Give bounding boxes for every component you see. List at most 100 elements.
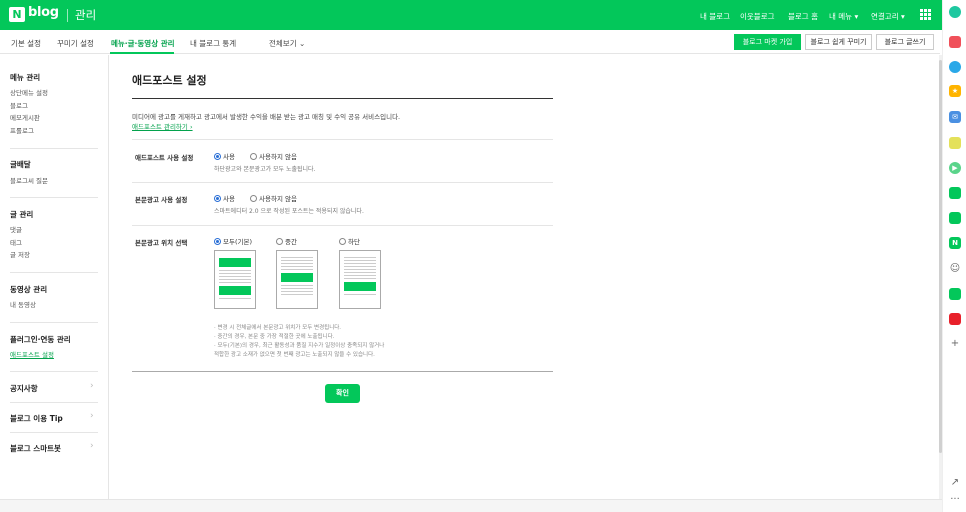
tab-design-settings[interactable]: 꾸미기 설정 (57, 38, 94, 49)
connection-dropdown[interactable]: 연결고리 ▾ (871, 11, 905, 22)
position-note: · 모두(기본)의 경우, 최근 활동성과 품질 지수가 일정이상 충족되지 않… (214, 343, 385, 349)
my-menu-dropdown[interactable]: 내 메뉴 ▾ (829, 11, 858, 22)
news-icon[interactable] (949, 313, 961, 325)
body-ad-usage-helper: 스마트에디터 2.0 으로 작성된 포스트는 적용되지 않습니다. (214, 208, 364, 215)
sidebar-divider (10, 371, 98, 372)
adpost-usage-label: 애드포스트 사용 설정 (135, 154, 194, 162)
body-ad-not-use-radio[interactable]: 사용하지 않음 (250, 193, 297, 203)
adpost-not-use-label: 사용하지 않음 (259, 153, 297, 161)
page-title: 애드포스트 설정 (132, 74, 207, 87)
body-ad-not-use-label: 사용하지 않음 (259, 195, 297, 203)
confirm-button[interactable]: 확인 (325, 384, 360, 403)
tab-basic-settings[interactable]: 기본 설정 (11, 38, 41, 49)
radio-empty-icon (276, 237, 283, 245)
external-link-icon[interactable]: ↗ (949, 477, 961, 489)
neighbor-blog-link[interactable]: 이웃블로그 (740, 11, 775, 22)
row-divider (132, 182, 553, 183)
blog-market-join-button[interactable]: 블로그 마켓 가입 (734, 34, 801, 50)
position-bottom-radio[interactable]: 하단 (339, 236, 360, 246)
adpost-not-use-radio[interactable]: 사용하지 않음 (250, 151, 297, 161)
tab-view-all-label: 전체보기 (269, 39, 297, 48)
chevron-down-icon: ⌄ (299, 39, 306, 48)
cafe-icon[interactable] (949, 212, 961, 224)
webtoon-icon[interactable] (949, 288, 961, 300)
mail-icon[interactable]: ✉ (949, 111, 961, 123)
naver-logo-icon[interactable]: N (9, 7, 25, 22)
sidebar-section-plugins: 플러그인·연동 관리 (10, 335, 71, 344)
sidebar-item-prologue[interactable]: 프롤로그 (10, 125, 34, 135)
position-middle-label: 중간 (285, 238, 297, 246)
adpost-use-label: 사용 (223, 153, 235, 161)
bottom-divider (132, 371, 553, 372)
pocket-icon[interactable] (949, 36, 961, 48)
position-middle-preview[interactable] (276, 250, 318, 309)
add-icon[interactable]: + (949, 338, 961, 350)
blog-logo-text[interactable]: blog (28, 5, 59, 20)
position-bottom-preview[interactable] (339, 250, 381, 309)
position-note: · 중간의 경우, 본문 중 가장 적절한 곳에 노출됩니다. (214, 334, 335, 340)
title-divider (132, 98, 553, 99)
clova-icon[interactable]: ☺ (949, 263, 961, 275)
sidebar-section-menu: 메뉴 관리 (10, 73, 41, 82)
sidebar-link-smartbot[interactable]: 블로그 스마트봇 (10, 443, 61, 454)
sidebar-section-delivery: 글배달 (10, 160, 31, 169)
radio-empty-icon (250, 194, 257, 202)
body-ad-use-radio[interactable]: 사용 (214, 193, 235, 203)
edge-icon[interactable] (949, 61, 961, 73)
sidebar-item-comments[interactable]: 댓글 (10, 224, 22, 234)
logo-divider (67, 9, 68, 22)
sidebar-item-saved-posts[interactable]: 글 저장 (10, 249, 30, 259)
sidebar-divider (10, 432, 98, 433)
sidebar-section-video: 동영상 관리 (10, 285, 48, 294)
sidebar-link-notice[interactable]: 공지사항 (10, 383, 38, 394)
adpost-manage-link[interactable]: 애드포스트 관리하기 › (132, 121, 193, 131)
active-tab-indicator (110, 52, 174, 54)
sidebar-item-my-videos[interactable]: 내 동영상 (10, 299, 36, 309)
chevron-right-icon: › (90, 381, 94, 391)
talk-icon[interactable] (949, 187, 961, 199)
naver-n-icon[interactable]: N (949, 237, 961, 249)
position-all-preview[interactable] (214, 250, 256, 309)
position-note: · 변경 시 전체글에서 본문광고 위치가 모두 변경됩니다. (214, 325, 342, 331)
position-all-label: 모두(기본) (223, 238, 252, 246)
row-divider (132, 225, 553, 226)
write-post-button[interactable]: 블로그 글쓰기 (876, 34, 934, 50)
sidebar-divider (10, 322, 98, 323)
adpost-use-radio[interactable]: 사용 (214, 151, 235, 161)
tab-blog-stats[interactable]: 내 블로그 통계 (190, 38, 236, 49)
chevron-right-icon: › (90, 441, 94, 451)
main-content: 애드포스트 설정 미디어에 광고를 게재하고 광고에서 발생한 수익을 배분 받… (110, 55, 939, 499)
radio-selected-icon (214, 152, 221, 160)
sidebar-item-memo[interactable]: 메모게시판 (10, 112, 40, 122)
sidebar-divider (10, 148, 98, 149)
row-divider (132, 139, 553, 140)
sidebar-item-blog[interactable]: 블로그 (10, 100, 28, 110)
memo-icon[interactable] (949, 137, 961, 149)
sidebar-divider (10, 197, 98, 198)
radio-selected-icon (214, 194, 221, 202)
star-icon[interactable]: ★ (949, 85, 961, 97)
sidebar-divider (10, 402, 98, 403)
body-ad-usage-label: 본문광고 사용 설정 (135, 196, 188, 204)
easy-design-button[interactable]: 블로그 쉽게 꾸미기 (805, 34, 872, 50)
naver-app-icon[interactable] (949, 6, 961, 18)
sidebar-item-top-menu[interactable]: 상단메뉴 설정 (10, 87, 48, 97)
sidebar-item-adpost-settings[interactable]: 애드포스트 설정 (10, 349, 54, 359)
bottom-bar (0, 499, 942, 512)
sidebar-item-blogc-question[interactable]: 블로그씨 질문 (10, 175, 48, 185)
sidebar-link-tips[interactable]: 블로그 이용 Tip (10, 413, 63, 424)
position-all-radio[interactable]: 모두(기본) (214, 236, 252, 246)
app-grid-icon[interactable] (920, 9, 931, 20)
sidebar-section-posts: 글 관리 (10, 210, 34, 219)
tab-view-all[interactable]: 전체보기 ⌄ (269, 38, 305, 49)
top-navigation-bar: N blog 관리 내 블로그 이웃블로그 블로그 홈 내 메뉴 ▾ 연결고리 … (0, 0, 966, 30)
my-blog-link[interactable]: 내 블로그 (700, 11, 730, 22)
tab-menu-post-video[interactable]: 메뉴·글·동영상 관리 (111, 38, 175, 49)
sidebar-item-tags[interactable]: 태그 (10, 237, 22, 247)
right-side-rail: ★ ✉ ▶ N ☺ + ↗ ··· (942, 0, 966, 512)
blog-home-link[interactable]: 블로그 홈 (788, 11, 818, 22)
left-sidebar: 메뉴 관리 상단메뉴 설정 블로그 메모게시판 프롤로그 글배달 블로그씨 질문… (0, 55, 109, 499)
position-middle-radio[interactable]: 중간 (276, 236, 297, 246)
play-icon[interactable]: ▶ (949, 162, 961, 174)
more-icon[interactable]: ··· (949, 494, 961, 506)
